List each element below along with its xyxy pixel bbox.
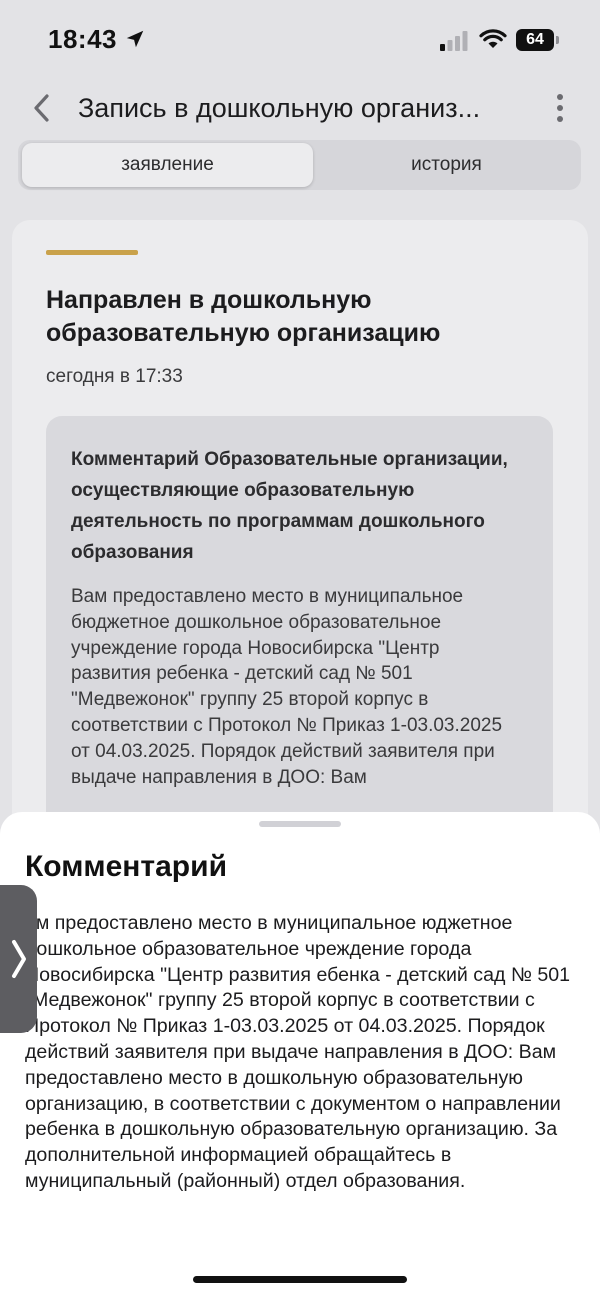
battery-level: 64 [516, 29, 554, 51]
home-indicator [193, 1276, 407, 1283]
wifi-icon [479, 29, 507, 48]
chevron-right-icon [12, 940, 26, 978]
status-title: Направлен в дошкольную образовательную о… [46, 286, 441, 347]
sheet-grabber[interactable] [259, 821, 341, 827]
battery-tip [556, 36, 559, 44]
chevron-left-icon[interactable] [28, 90, 56, 126]
segmented-control: заявление история [18, 140, 581, 190]
location-arrow-icon [126, 30, 144, 48]
comment-heading: Комментарий Образовательные организации,… [71, 449, 508, 563]
comment-box[interactable]: Комментарий Образовательные организации,… [46, 416, 553, 856]
sheet-title: Комментарий [25, 850, 228, 883]
battery-icon: 64 [516, 29, 560, 51]
sheet-text: ам предоставлено место в муниципальное ю… [25, 912, 571, 1192]
status-card: Направлен в дошкольную образовательную о… [12, 220, 588, 860]
page-title: Запись в дошкольную организ... [78, 93, 481, 123]
tab-history[interactable]: история [316, 143, 577, 187]
comment-bottom-sheet: Комментарий ам предоставлено место в мун… [0, 812, 600, 1297]
tab-application[interactable]: заявление [22, 143, 313, 187]
signal-icon [440, 31, 468, 51]
comment-text: Вам предоставлено место в муниципальное … [71, 586, 503, 788]
nav-header: Запись в дошкольную организ... [0, 82, 600, 134]
side-handle[interactable] [0, 885, 37, 1033]
status-time: 18:43 [48, 24, 117, 54]
status-timestamp: сегодня в 17:33 [46, 366, 183, 387]
more-vertical-icon[interactable] [550, 90, 570, 126]
status-bar: 18:43 64 [0, 0, 600, 82]
status-accent-line [46, 250, 138, 255]
